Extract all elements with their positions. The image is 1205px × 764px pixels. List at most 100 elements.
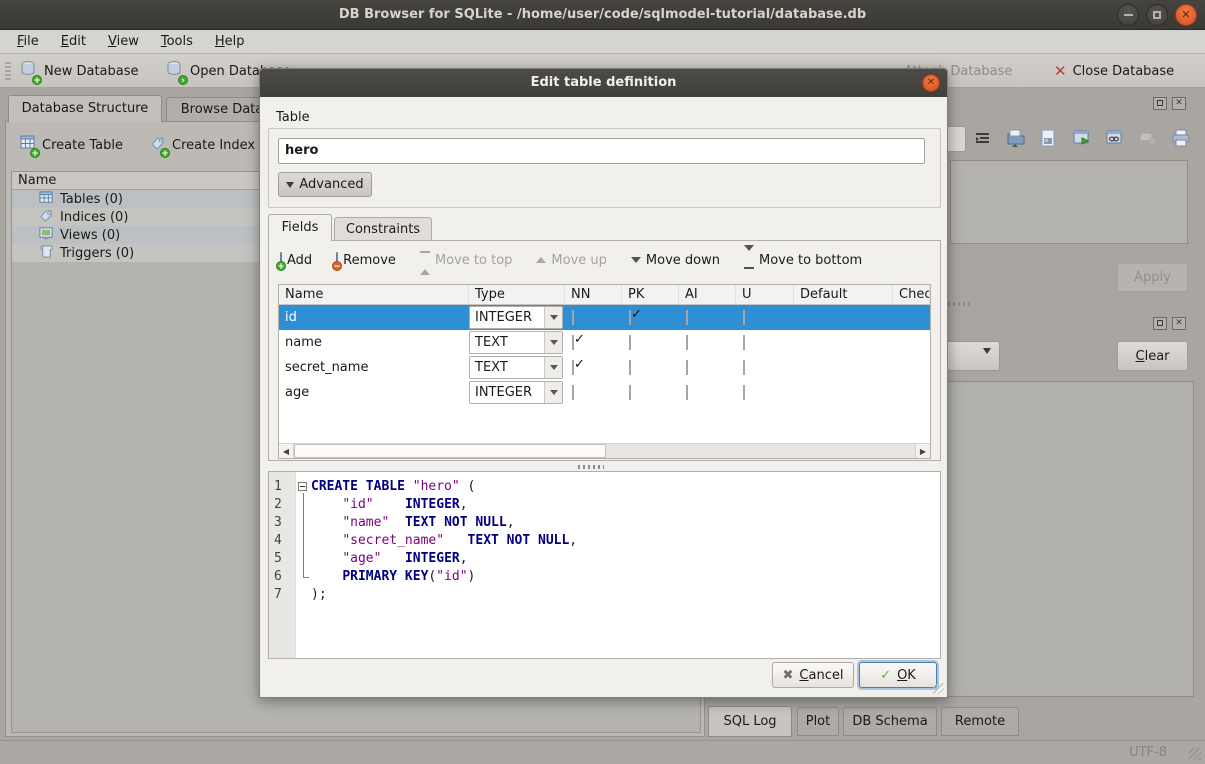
u-checkbox[interactable] [743, 360, 745, 375]
menubar: File Edit View Tools Help [0, 30, 1205, 54]
toolbar-grip[interactable] [5, 62, 11, 80]
new-database-icon: + [20, 60, 38, 82]
type-dropdown[interactable]: INTEGER [469, 306, 563, 329]
pk-checkbox[interactable] [629, 385, 631, 400]
field-name[interactable]: id [279, 310, 469, 325]
menu-help[interactable]: Help [204, 30, 256, 53]
tab-fields-label: Fields [282, 220, 319, 235]
dock-close-button[interactable]: ✕ [1172, 317, 1186, 330]
nn-checkbox[interactable] [572, 385, 574, 400]
u-checkbox[interactable] [743, 385, 745, 400]
scroll-right-icon[interactable]: ▶ [915, 444, 930, 458]
move-down-icon [631, 257, 641, 263]
dialog-splitter[interactable] [578, 465, 604, 469]
tab-constraints-label: Constraints [346, 222, 420, 237]
u-checkbox[interactable] [743, 310, 745, 325]
create-index-label: Create Index [172, 138, 255, 153]
cell-editor-textarea[interactable] [950, 160, 1188, 244]
menu-tools[interactable]: Tools [150, 30, 204, 53]
col-name[interactable]: Name [279, 285, 469, 304]
dialog-close-button[interactable]: ✕ [922, 74, 940, 92]
move-down-button[interactable]: Move down [631, 253, 720, 268]
tab-db-schema[interactable]: DB Schema [843, 707, 937, 736]
tab-plot[interactable]: Plot [797, 707, 839, 736]
move-down-label: Move down [646, 253, 720, 268]
col-check[interactable]: Check [893, 285, 930, 304]
move-to-top-label: Move to top [435, 253, 512, 268]
menu-file[interactable]: File [6, 30, 50, 53]
nn-checkbox[interactable] [572, 310, 574, 325]
field-name[interactable]: secret_name [279, 360, 469, 375]
ai-checkbox[interactable] [686, 335, 688, 350]
remove-field-button[interactable]: − Remove [336, 253, 396, 268]
close-database-button[interactable]: ✕ Close Database [1048, 57, 1180, 85]
dialog-tab-fields[interactable]: Fields [268, 214, 332, 241]
col-default[interactable]: Default [794, 285, 893, 304]
create-table-button[interactable]: + Create Table [14, 131, 129, 159]
col-pk[interactable]: PK [622, 285, 679, 304]
move-to-bottom-icon [744, 251, 754, 269]
field-row-name[interactable]: name TEXT [279, 330, 930, 355]
pk-checkbox[interactable] [629, 310, 631, 325]
field-row-age[interactable]: age INTEGER [279, 380, 930, 405]
add-field-button[interactable]: + Add [280, 253, 312, 268]
table-name-input[interactable]: hero [278, 138, 925, 164]
type-dropdown[interactable]: TEXT [469, 331, 563, 354]
u-checkbox[interactable] [743, 335, 745, 350]
tab-browse-data-label: Browse Data [181, 102, 264, 117]
dock-close-button[interactable]: ✕ [1172, 97, 1186, 110]
field-row-id[interactable]: id INTEGER [279, 305, 930, 330]
menu-view[interactable]: View [97, 30, 150, 53]
minimize-button[interactable] [1117, 4, 1139, 26]
cancel-button[interactable]: ✖ Cancel [772, 662, 854, 688]
ok-button[interactable]: ✓ OK [859, 662, 937, 688]
indent-icon[interactable] [974, 129, 993, 152]
pk-checkbox[interactable] [629, 335, 631, 350]
dock-float-button[interactable] [1153, 317, 1167, 330]
create-index-button[interactable]: + Create Index [144, 131, 261, 159]
resize-grip[interactable] [1189, 748, 1201, 760]
col-u[interactable]: U [736, 285, 794, 304]
nn-checkbox[interactable] [572, 335, 574, 350]
ai-checkbox[interactable] [686, 385, 688, 400]
move-to-bottom-button[interactable]: Move to bottom [744, 251, 862, 269]
advanced-toggle-button[interactable]: Advanced [278, 172, 372, 197]
tab-database-structure[interactable]: Database Structure [8, 95, 162, 122]
nn-checkbox[interactable] [572, 360, 574, 375]
col-nn[interactable]: NN [565, 285, 622, 304]
dock-float-button[interactable] [1153, 97, 1167, 110]
print-icon[interactable] [1171, 128, 1191, 152]
cell-editor-toolbar [974, 128, 1191, 152]
field-row-secret-name[interactable]: secret_name TEXT [279, 355, 930, 380]
encoding-indicator[interactable]: UTF-8 [1129, 745, 1167, 760]
ai-checkbox[interactable] [686, 360, 688, 375]
col-ai[interactable]: AI [679, 285, 736, 304]
close-window-button[interactable]: ✕ [1175, 4, 1197, 26]
apply-cell-icon[interactable] [1072, 128, 1092, 152]
clear-log-button[interactable]: Clear [1117, 341, 1188, 371]
type-dropdown[interactable]: TEXT [469, 356, 563, 379]
col-type[interactable]: Type [469, 285, 565, 304]
scrollbar-thumb[interactable] [294, 444, 606, 458]
new-database-button[interactable]: + New Database [14, 57, 145, 85]
field-name[interactable]: age [279, 385, 469, 400]
import-file-icon[interactable] [1006, 128, 1026, 152]
pk-checkbox[interactable] [629, 360, 631, 375]
sql-line: 2 "id" INTEGER, [269, 496, 940, 514]
save-file-icon[interactable] [1039, 128, 1059, 152]
dock-splitter[interactable] [948, 302, 972, 306]
link-icon[interactable] [1105, 128, 1125, 152]
dialog-tab-constraints[interactable]: Constraints [334, 217, 432, 241]
cancel-icon: ✖ [783, 668, 794, 683]
scroll-left-icon[interactable]: ◀ [279, 444, 294, 458]
tab-remote[interactable]: Remote [941, 707, 1019, 736]
horizontal-scrollbar[interactable]: ◀ ▶ [279, 443, 930, 458]
field-name[interactable]: name [279, 335, 469, 350]
menu-edit[interactable]: Edit [50, 30, 97, 53]
ai-checkbox[interactable] [686, 310, 688, 325]
sql-line: 4 "secret_name" TEXT NOT NULL, [269, 532, 940, 550]
maximize-button[interactable] [1146, 4, 1168, 26]
type-dropdown[interactable]: INTEGER [469, 381, 563, 404]
tab-sql-log[interactable]: SQL Log [708, 706, 792, 737]
dialog-resize-grip[interactable] [933, 683, 944, 694]
